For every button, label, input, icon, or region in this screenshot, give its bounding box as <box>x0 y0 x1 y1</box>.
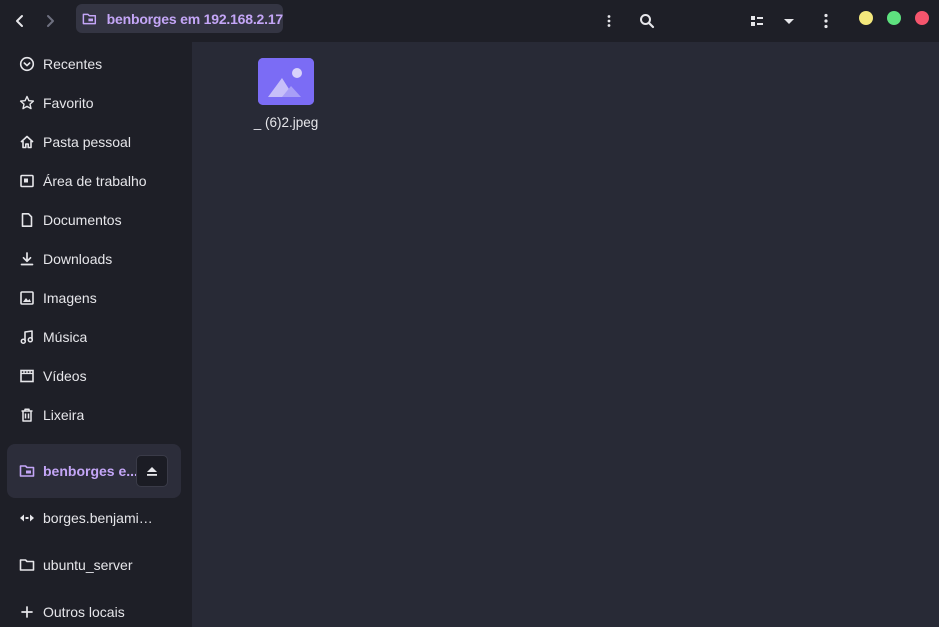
sidebar-item-label: Música <box>43 329 88 345</box>
sidebar-item-label: benborges e... <box>43 463 138 479</box>
sidebar-item-label: Downloads <box>43 251 113 267</box>
sidebar-item-label: Favorito <box>43 95 94 111</box>
network-folder-icon <box>82 13 97 24</box>
sidebar-item-label: Outros locais <box>43 604 125 620</box>
sidebar-item-lixeira[interactable]: Lixeira <box>7 397 181 433</box>
sidebar-item-downloads[interactable]: Downloads <box>7 241 181 277</box>
kebab-icon <box>607 15 611 27</box>
forward-button[interactable] <box>36 7 64 35</box>
header-bar: benborges em 192.168.2.17 <box>0 0 939 42</box>
sidebar-item-label: Vídeos <box>43 368 87 384</box>
image-file-icon <box>258 58 314 105</box>
sidebar-item-benborges[interactable]: benborges e... <box>7 444 181 498</box>
music-icon <box>18 328 36 346</box>
sidebar-item-label: Área de trabalho <box>43 173 147 189</box>
main-menu-button[interactable] <box>812 7 840 35</box>
sidebar-item-borges-benjamim[interactable]: borges.benjamim... <box>7 500 181 536</box>
path-bar[interactable]: benborges em 192.168.2.17 <box>76 4 283 33</box>
sidebar-item-outros-locais[interactable]: Outros locais <box>7 594 181 627</box>
sidebar-item-videos[interactable]: Vídeos <box>7 358 181 394</box>
file-view[interactable]: _ (6)2.jpeg <box>192 42 939 627</box>
sidebar-item-imagens[interactable]: Imagens <box>7 280 181 316</box>
download-icon <box>18 250 36 268</box>
sidebar-item-label: Recentes <box>43 56 103 72</box>
plus-icon <box>18 603 36 621</box>
path-label: benborges em 192.168.2.17 <box>106 10 284 27</box>
image-icon <box>18 289 36 307</box>
sidebar-item-label: Imagens <box>43 290 97 306</box>
trash-icon <box>18 406 36 424</box>
eject-button[interactable] <box>136 455 168 487</box>
sidebar-item-label: Lixeira <box>43 407 85 423</box>
clock-icon <box>18 55 36 73</box>
search-button[interactable] <box>633 7 661 35</box>
folder-icon <box>18 556 36 574</box>
forward-icon <box>47 15 54 27</box>
document-icon <box>18 211 36 229</box>
sidebar-item-pasta-pessoal[interactable]: Pasta pessoal <box>7 124 181 160</box>
view-mode-button[interactable] <box>743 7 771 35</box>
network-folder-icon <box>18 462 36 480</box>
file-name: _ (6)2.jpeg <box>253 115 319 130</box>
sidebar-item-ubuntu-server[interactable]: ubuntu_server <box>7 547 181 583</box>
sidebar-item-label: Documentos <box>43 212 122 228</box>
back-icon <box>16 15 23 27</box>
sidebar-item-label: ubuntu_server <box>43 557 133 573</box>
sidebar-item-favorito[interactable]: Favorito <box>7 85 181 121</box>
sidebar: Recentes Favorito Pasta pessoal Área de … <box>0 42 192 627</box>
view-list-icon <box>751 16 763 26</box>
maximize-button[interactable] <box>887 11 901 25</box>
desktop-icon <box>18 172 36 190</box>
file-item[interactable]: _ (6)2.jpeg <box>250 58 322 130</box>
eject-icon <box>147 467 157 476</box>
sidebar-item-label: borges.benjamim... <box>43 510 161 526</box>
video-icon <box>18 367 36 385</box>
home-icon <box>18 133 36 151</box>
path-options-button[interactable] <box>595 7 623 35</box>
sidebar-item-label: Pasta pessoal <box>43 134 131 150</box>
dropdown-icon <box>784 19 794 24</box>
close-button[interactable] <box>915 11 929 25</box>
minimize-button[interactable] <box>859 11 873 25</box>
search-icon <box>640 14 655 29</box>
sidebar-item-area-de-trabalho[interactable]: Área de trabalho <box>7 163 181 199</box>
menu-icon <box>824 13 828 29</box>
sidebar-item-musica[interactable]: Música <box>7 319 181 355</box>
back-button[interactable] <box>6 7 34 35</box>
view-options-button[interactable] <box>775 7 803 35</box>
sidebar-item-documentos[interactable]: Documentos <box>7 202 181 238</box>
sidebar-item-recentes[interactable]: Recentes <box>7 46 181 82</box>
star-icon <box>18 94 36 112</box>
network-icon <box>18 509 36 527</box>
